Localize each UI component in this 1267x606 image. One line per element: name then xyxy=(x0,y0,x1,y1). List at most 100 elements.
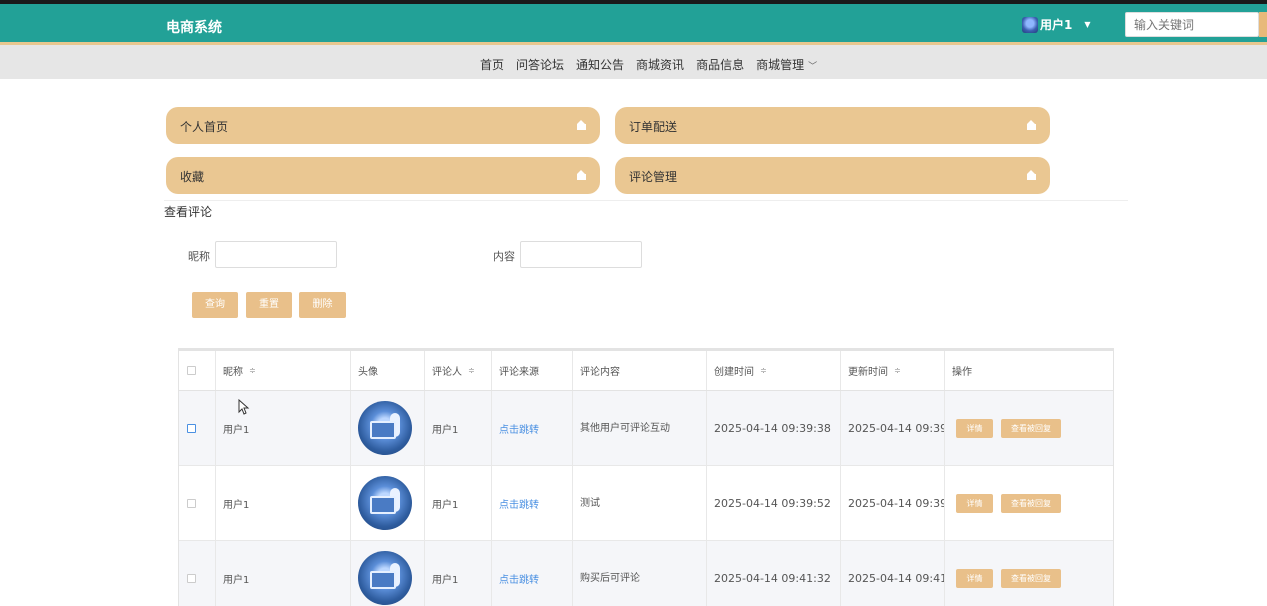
cell-nickname: 用户1 xyxy=(216,391,351,465)
search-input[interactable] xyxy=(1125,12,1259,37)
cell-nickname: 用户1 xyxy=(216,541,351,606)
table-row: 用户1 用户1 点击跳转 测试 2025-04-14 09:39:52 2025… xyxy=(179,466,1113,541)
nav-mall-management[interactable]: 商城管理 ﹀ xyxy=(756,56,817,73)
detail-button[interactable]: 详情 xyxy=(956,493,993,513)
nickname-label: 昵称 xyxy=(188,250,210,263)
user-menu[interactable]: 用户1 ▼ xyxy=(1022,16,1091,33)
avatar xyxy=(358,401,412,455)
brand-title: 电商系统 xyxy=(166,20,222,36)
page-title: 查看评论 xyxy=(164,205,213,219)
cell-avatar xyxy=(351,541,425,606)
caret-down-icon: ▼ xyxy=(1084,20,1091,29)
cell-source: 点击跳转 xyxy=(492,466,573,540)
cell-actions: 详情 查看被回复 xyxy=(945,391,1113,465)
row-checkbox[interactable] xyxy=(187,498,196,508)
chevron-down-icon: ﹀ xyxy=(808,62,818,72)
search-button[interactable] xyxy=(1259,12,1267,37)
nav-products[interactable]: 商品信息 xyxy=(696,56,744,73)
table-row: 用户1 用户1 点击跳转 其他用户可评论互动 2025-04-14 09:39:… xyxy=(179,391,1113,466)
header-content: 评论内容 xyxy=(573,351,707,390)
cell-nickname: 用户1 xyxy=(216,466,351,540)
cell-source: 点击跳转 xyxy=(492,391,573,465)
nickname-input[interactable] xyxy=(215,241,337,268)
user-avatar xyxy=(1022,16,1038,33)
header-select-all[interactable] xyxy=(179,351,216,390)
table-row: 用户1 用户1 点击跳转 购买后可评论 2025-04-14 09:41:32 … xyxy=(179,541,1113,606)
username: 用户1 xyxy=(1040,18,1073,32)
cell-updated: 2025-04-14 09:39:52 xyxy=(841,466,945,540)
cell-commenter: 用户1 xyxy=(425,541,492,606)
cell-created: 2025-04-14 09:39:52 xyxy=(707,466,841,540)
nav-forum[interactable]: 问答论坛 xyxy=(516,56,564,73)
nav-mall-management-label: 商城管理 xyxy=(756,58,805,72)
header-source: 评论来源 xyxy=(492,351,573,390)
row-select[interactable] xyxy=(179,541,216,606)
cell-commenter: 用户1 xyxy=(425,466,492,540)
card-label: 订单配送 xyxy=(629,120,678,134)
cursor-arrow-icon xyxy=(238,399,250,415)
cell-source: 点击跳转 xyxy=(492,541,573,606)
home-icon xyxy=(1027,120,1036,130)
header-updated[interactable]: 更新时间 ≑ xyxy=(841,351,945,390)
row-checkbox[interactable] xyxy=(187,423,196,433)
card-order-delivery[interactable]: 订单配送 xyxy=(615,107,1050,144)
header-created[interactable]: 创建时间 ≑ xyxy=(707,351,841,390)
card-label: 个人首页 xyxy=(180,120,229,134)
cell-content: 测试 xyxy=(573,466,707,540)
top-header: 电商系统 用户1 ▼ xyxy=(0,4,1267,42)
row-select[interactable] xyxy=(179,391,216,465)
source-link[interactable]: 点击跳转 xyxy=(499,571,539,586)
card-label: 收藏 xyxy=(180,170,205,184)
cell-content: 购买后可评论 xyxy=(573,541,707,606)
query-button[interactable]: 查询 xyxy=(192,292,238,318)
cell-updated: 2025-04-14 09:41:32 xyxy=(841,541,945,606)
view-reply-button[interactable]: 查看被回复 xyxy=(1001,493,1061,513)
content-label: 内容 xyxy=(493,250,515,263)
cell-created: 2025-04-14 09:41:32 xyxy=(707,541,841,606)
cell-commenter: 用户1 xyxy=(425,391,492,465)
row-checkbox[interactable] xyxy=(187,573,196,583)
card-personal-home[interactable]: 个人首页 xyxy=(166,107,600,144)
header-commenter[interactable]: 评论人 ≑ xyxy=(425,351,492,390)
cell-actions: 详情 查看被回复 xyxy=(945,466,1113,540)
cell-avatar xyxy=(351,391,425,465)
header-avatar: 头像 xyxy=(351,351,425,390)
cell-avatar xyxy=(351,466,425,540)
home-icon xyxy=(577,120,586,130)
cell-actions: 详情 查看被回复 xyxy=(945,541,1113,606)
nav-news[interactable]: 商城资讯 xyxy=(636,56,684,73)
card-favorites[interactable]: 收藏 xyxy=(166,157,600,194)
content-input[interactable] xyxy=(520,241,642,268)
source-link[interactable]: 点击跳转 xyxy=(499,421,539,436)
detail-button[interactable]: 详情 xyxy=(956,418,993,438)
home-icon xyxy=(1027,170,1036,180)
header-actions: 操作 xyxy=(952,367,972,378)
nav-notice[interactable]: 通知公告 xyxy=(576,56,624,73)
sort-icon[interactable]: ≑ xyxy=(249,366,256,375)
main-nav: 首页 问答论坛 通知公告 商城资讯 商品信息 商城管理 ﹀ xyxy=(0,45,1267,79)
cell-content: 其他用户可评论互动 xyxy=(573,391,707,465)
row-select[interactable] xyxy=(179,466,216,540)
sort-icon[interactable]: ≑ xyxy=(894,366,901,375)
detail-button[interactable]: 详情 xyxy=(956,568,993,588)
home-icon xyxy=(577,170,586,180)
reset-button[interactable]: 重置 xyxy=(246,292,292,318)
header-nickname[interactable]: 昵称 ≑ xyxy=(216,351,351,390)
source-link[interactable]: 点击跳转 xyxy=(499,496,539,511)
table-header-row: 昵称 ≑ 头像 评论人 ≑ 评论来源 评论内容 创建时间 ≑ 更新时间 ≑ 操作 xyxy=(179,351,1113,391)
view-reply-button[interactable]: 查看被回复 xyxy=(1001,568,1061,588)
card-label: 评论管理 xyxy=(629,170,678,184)
view-reply-button[interactable]: 查看被回复 xyxy=(1001,418,1061,438)
select-all-checkbox[interactable] xyxy=(187,366,196,375)
cell-created: 2025-04-14 09:39:38 xyxy=(707,391,841,465)
section-divider xyxy=(164,200,1128,201)
avatar xyxy=(358,551,412,605)
sort-icon[interactable]: ≑ xyxy=(468,366,475,375)
card-comment-management[interactable]: 评论管理 xyxy=(615,157,1050,194)
nav-home[interactable]: 首页 xyxy=(480,56,504,73)
delete-button[interactable]: 删除 xyxy=(299,292,346,318)
sort-icon[interactable]: ≑ xyxy=(760,366,767,375)
cell-updated: 2025-04-14 09:39:38 xyxy=(841,391,945,465)
avatar xyxy=(358,476,412,530)
comments-table: 昵称 ≑ 头像 评论人 ≑ 评论来源 评论内容 创建时间 ≑ 更新时间 ≑ 操作 用户1… xyxy=(178,348,1114,606)
